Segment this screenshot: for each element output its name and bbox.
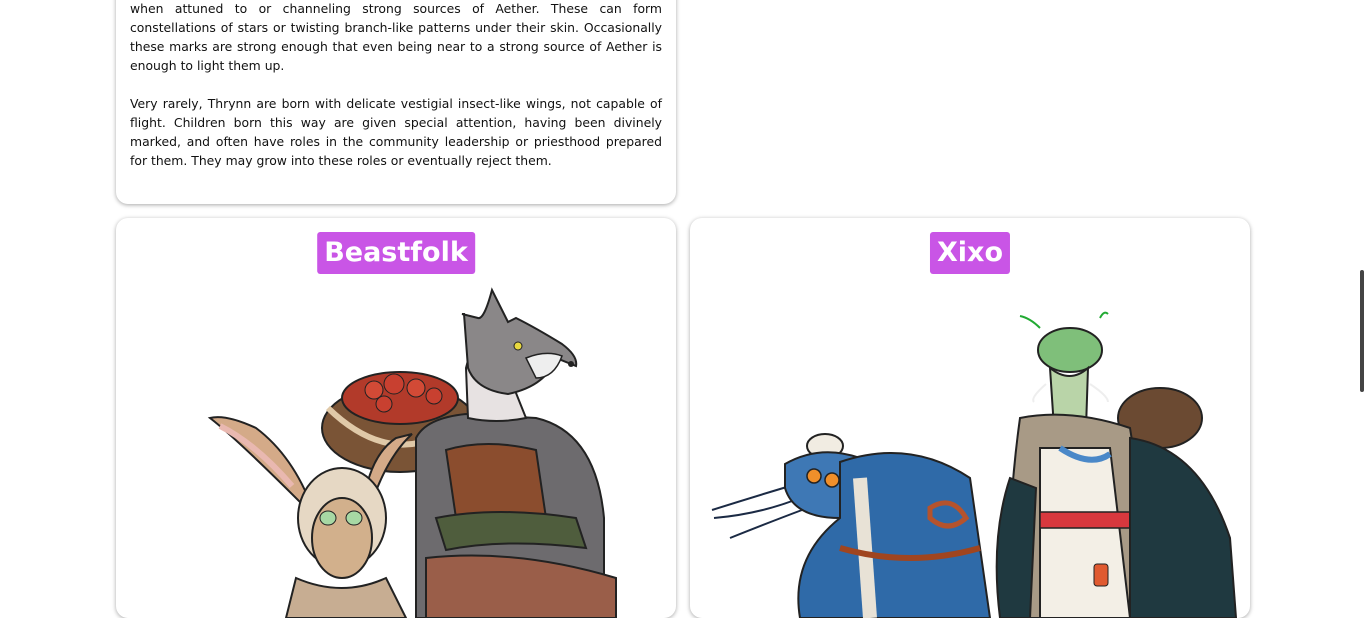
- lore-paragraph: Very rarely, Thrynn are born with delica…: [130, 96, 662, 168]
- lore-paragraph: when attuned to or channeling strong sou…: [130, 1, 662, 73]
- page-scrollbar[interactable]: [1360, 270, 1364, 392]
- xixo-card[interactable]: Xixo: [690, 218, 1250, 618]
- beastfolk-card[interactable]: Beastfolk: [116, 218, 676, 618]
- thrynn-lore-card: when attuned to or channeling strong sou…: [116, 0, 676, 204]
- xixo-illustration: [711, 311, 1238, 618]
- beastfolk-illustration: [207, 287, 617, 618]
